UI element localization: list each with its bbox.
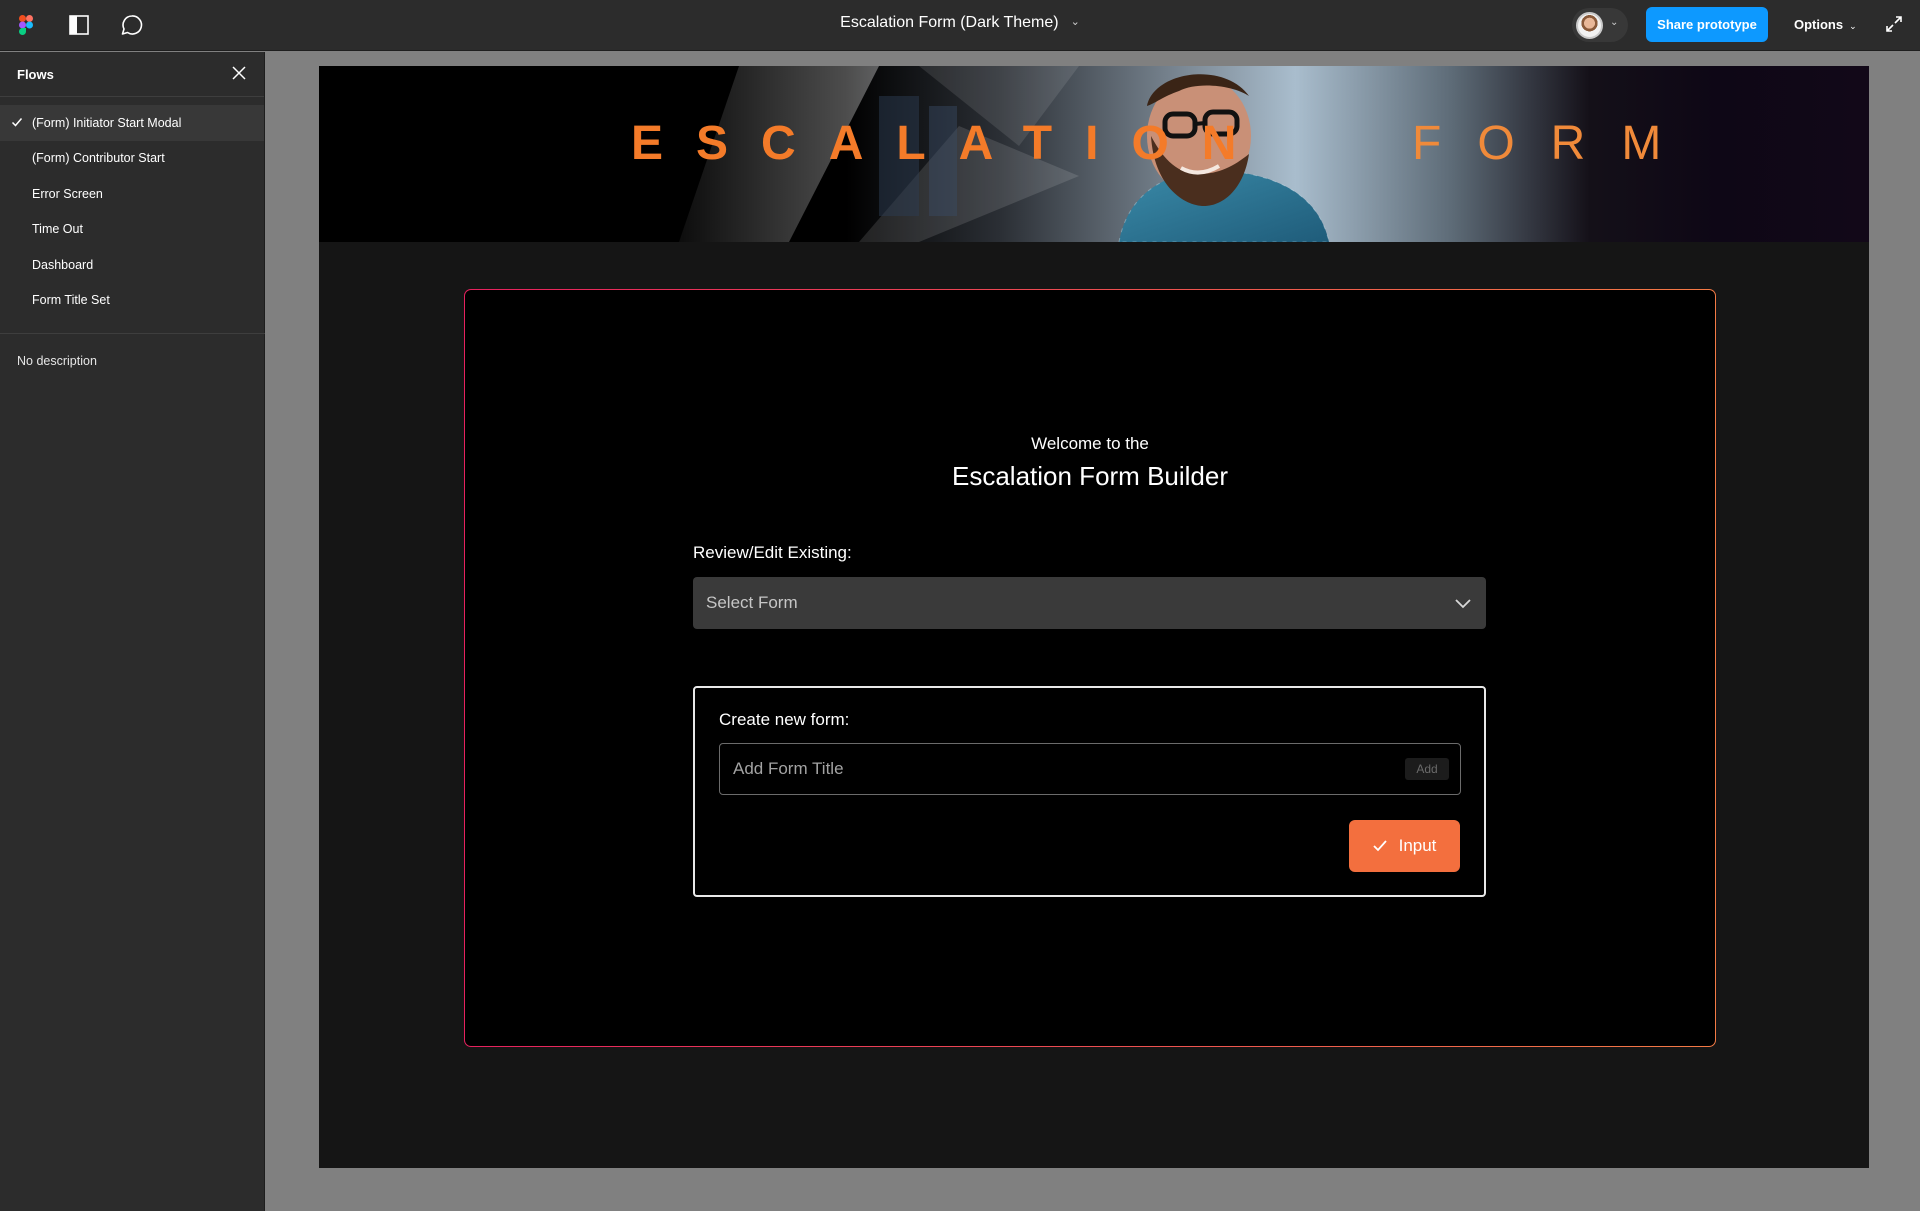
flow-item[interactable]: Time Out (0, 212, 264, 248)
banner-title-primary: ESCALATION (631, 117, 1270, 170)
check-icon (11, 118, 23, 127)
flow-item-label: Time Out (32, 222, 83, 237)
welcome-text: Welcome to the (1031, 434, 1149, 453)
sidebar-title: Flows (17, 67, 54, 82)
flow-item-label: Dashboard (32, 257, 94, 272)
divider (0, 333, 265, 334)
flows-sidebar: Flows (Form) Initiator Start Modal (Form… (0, 52, 265, 1211)
flow-list: (Form) Initiator Start Modal (Form) Cont… (0, 97, 264, 318)
flow-item[interactable]: (Form) Contributor Start (0, 141, 264, 177)
options-label: Options (1794, 17, 1844, 32)
check-icon (1372, 840, 1387, 852)
prototype-frame: ESCALATION FORM Welcome to the Escalatio… (319, 66, 1869, 1168)
select-value: Select Form (706, 593, 798, 612)
expand-icon[interactable] (1884, 14, 1906, 36)
chevron-down-icon (1455, 599, 1471, 609)
flow-item-label: Error Screen (32, 186, 103, 201)
top-toolbar: Escalation Form (Dark Theme) ⌄ ⌄ Share pr… (0, 0, 1920, 51)
form-title-placeholder: Add Form Title (733, 759, 844, 778)
sidebar-header: Flows (0, 52, 264, 97)
document-title[interactable]: Escalation Form (Dark Theme) ⌄ (0, 14, 1920, 32)
share-prototype-button[interactable]: Share prototype (1646, 7, 1768, 42)
header-banner: ESCALATION FORM (319, 66, 1869, 242)
chevron-down-icon: ⌄ (1070, 16, 1080, 28)
flow-item-label: (Form) Initiator Start Modal (32, 115, 182, 130)
flow-item[interactable]: Form Title Set (0, 283, 264, 319)
close-icon[interactable] (230, 64, 248, 82)
banner-title-secondary: FORM (1412, 117, 1698, 170)
flow-description: No description (17, 354, 97, 368)
options-menu[interactable]: Options ⌄ (1794, 17, 1857, 32)
flow-item[interactable]: Error Screen (0, 176, 264, 212)
modal-heading: Escalation Form Builder (952, 461, 1228, 491)
flow-item[interactable]: Dashboard (0, 247, 264, 283)
review-edit-label: Review/Edit Existing: (693, 543, 852, 562)
input-button[interactable]: Input (1349, 820, 1460, 872)
select-form-dropdown[interactable]: Select Form (693, 577, 1486, 629)
flow-item-label: (Form) Contributor Start (32, 151, 165, 166)
form-title-input[interactable]: Add Form Title Add (719, 743, 1461, 795)
input-button-label: Input (1398, 836, 1437, 855)
chevron-down-icon: ⌄ (1849, 21, 1857, 31)
add-button[interactable]: Add (1405, 758, 1449, 780)
initiator-start-modal: Welcome to the Escalation Form Builder R… (465, 290, 1715, 1046)
chevron-down-icon: ⌄ (1610, 17, 1619, 28)
user-avatar-menu[interactable]: ⌄ (1572, 8, 1628, 42)
flow-item-label: Form Title Set (32, 293, 110, 308)
document-title-text: Escalation Form (Dark Theme) (840, 14, 1059, 31)
avatar (1576, 12, 1603, 39)
create-form-label: Create new form: (719, 710, 850, 729)
create-form-panel: Create new form: Add Form Title Add Inpu… (693, 686, 1486, 897)
flow-item[interactable]: (Form) Initiator Start Modal (0, 105, 264, 141)
